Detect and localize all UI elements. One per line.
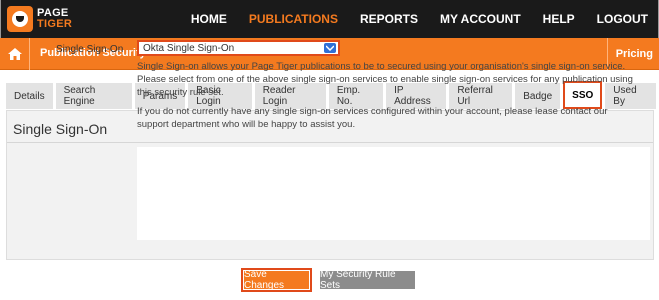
sso-panel: Single Sign-On	[6, 110, 654, 260]
nav-logout[interactable]: LOGOUT	[597, 12, 648, 26]
my-security-rule-sets-button[interactable]: My Security Rule Sets	[320, 269, 415, 291]
logo-text: PAGE TIGER	[37, 8, 72, 30]
page-tiger-logo[interactable]: PAGE TIGER	[7, 5, 72, 33]
nav-home[interactable]: HOME	[191, 12, 227, 26]
help-paragraph-2: If you do not currently have any single …	[137, 106, 608, 130]
help-paragraph-1: Single Sign-on allows your Page Tiger pu…	[137, 61, 633, 98]
nav-my-account[interactable]: MY ACCOUNT	[440, 12, 521, 26]
main-nav: HOME PUBLICATIONS REPORTS MY ACCOUNT HEL…	[169, 0, 648, 38]
sso-field-label: Single Sign-On	[56, 44, 124, 55]
chevron-down-icon	[324, 43, 336, 53]
nav-publications[interactable]: PUBLICATIONS	[249, 12, 338, 26]
sso-select[interactable]: Okta Single Sign-On	[137, 40, 340, 56]
tiger-icon	[7, 6, 33, 32]
section-divider	[7, 142, 653, 143]
save-changes-button[interactable]: Save Changes	[241, 268, 312, 292]
help-text: Single Sign-on allows your Page Tiger pu…	[137, 60, 640, 131]
tab-details[interactable]: Details	[6, 83, 53, 109]
nav-reports[interactable]: REPORTS	[360, 12, 418, 26]
section-title: Single Sign-On	[13, 121, 108, 137]
logo-line-2: TIGER	[37, 18, 73, 30]
nav-help[interactable]: HELP	[543, 12, 575, 26]
form-area	[137, 147, 650, 240]
sso-select-value: Okta Single Sign-On	[143, 42, 235, 54]
top-nav-bar: PAGE TIGER HOME PUBLICATIONS REPORTS MY …	[0, 0, 659, 38]
home-button[interactable]	[0, 38, 30, 70]
tab-search-engine[interactable]: Search Engine	[55, 83, 132, 109]
home-icon	[7, 48, 22, 60]
